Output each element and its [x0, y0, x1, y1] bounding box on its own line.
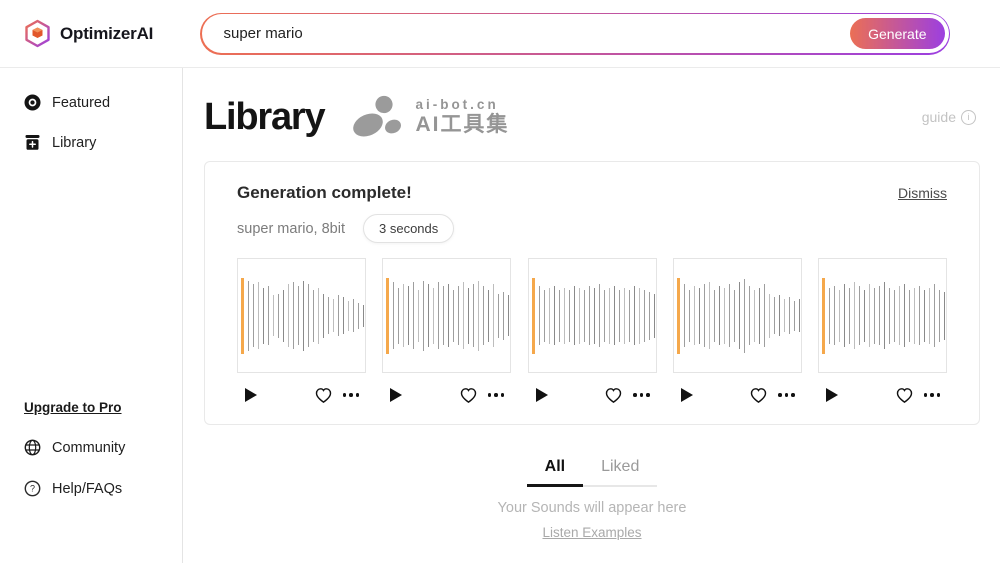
three-dots-icon	[633, 393, 650, 397]
more-options-button[interactable]	[633, 393, 650, 397]
play-button[interactable]	[825, 387, 839, 403]
like-button[interactable]	[604, 386, 623, 404]
tab-liked[interactable]: Liked	[583, 448, 657, 487]
topbar: OptimizerAI Generate	[0, 0, 1000, 68]
disc-icon	[24, 94, 41, 111]
guide-label: guide	[922, 109, 956, 125]
search-input[interactable]	[222, 24, 847, 43]
like-button[interactable]	[895, 386, 914, 404]
heart-icon	[895, 386, 914, 404]
sidebar-bottom: Upgrade to Pro Community ? Help/FAQs	[0, 392, 182, 505]
waveform-bars	[829, 282, 945, 349]
play-icon	[825, 387, 839, 403]
play-button[interactable]	[535, 387, 549, 403]
sound-tile	[382, 258, 511, 404]
more-options-button[interactable]	[343, 393, 360, 397]
heart-icon	[604, 386, 623, 404]
watermark-cjk: AI工具集	[415, 113, 509, 137]
guide-link[interactable]: guide i	[922, 109, 976, 125]
globe-icon	[24, 439, 41, 456]
like-button[interactable]	[459, 386, 478, 404]
playhead-marker	[822, 278, 825, 354]
three-dots-icon	[778, 393, 795, 397]
generate-button[interactable]: Generate	[850, 18, 944, 49]
sidebar-item-label: Library	[52, 135, 96, 151]
waveform-bars	[393, 281, 509, 351]
waveform-preview[interactable]	[528, 258, 657, 373]
ai-bot-blob-logo-icon	[350, 94, 404, 140]
empty-state-hint: Your Sounds will appear here	[204, 500, 980, 516]
archive-box-plus-icon	[24, 134, 41, 151]
dismiss-link[interactable]: Dismiss	[898, 185, 947, 201]
play-icon	[389, 387, 403, 403]
waveform-bars	[248, 281, 364, 351]
sidebar: Featured Library Upgrade to Pro Communit…	[0, 68, 183, 563]
sound-tile	[818, 258, 947, 404]
duration-badge: 3 seconds	[363, 214, 454, 243]
like-button[interactable]	[314, 386, 333, 404]
three-dots-icon	[488, 393, 505, 397]
playhead-marker	[241, 278, 244, 354]
play-button[interactable]	[680, 387, 694, 403]
brand-logo-icon	[24, 19, 51, 48]
like-button[interactable]	[749, 386, 768, 404]
prompt-text: super mario, 8bit	[237, 221, 345, 237]
watermark: ai-bot.cn AI工具集	[350, 94, 509, 140]
playhead-marker	[677, 278, 680, 354]
sound-tile	[237, 258, 366, 404]
prompt-search-bar: Generate	[200, 13, 950, 55]
waveform-preview[interactable]	[818, 258, 947, 373]
sidebar-item-community[interactable]: Community	[0, 431, 182, 464]
sound-tile	[528, 258, 657, 404]
tab-all[interactable]: All	[527, 448, 583, 487]
sound-tiles	[237, 258, 947, 404]
main-content: Library ai-bot.cn AI工具集 guide i Gene	[183, 68, 1000, 563]
three-dots-icon	[924, 393, 941, 397]
sidebar-item-label: Featured	[52, 95, 110, 111]
sidebar-item-library[interactable]: Library	[0, 126, 182, 159]
playhead-marker	[532, 278, 535, 354]
page-title: Library	[204, 96, 324, 139]
more-options-button[interactable]	[488, 393, 505, 397]
play-icon	[535, 387, 549, 403]
sound-tile	[673, 258, 802, 404]
waveform-preview[interactable]	[382, 258, 511, 373]
play-button[interactable]	[244, 387, 258, 403]
watermark-domain: ai-bot.cn	[415, 97, 509, 113]
card-title: Generation complete!	[237, 183, 412, 203]
upgrade-to-pro-link[interactable]: Upgrade to Pro	[0, 392, 182, 423]
waveform-bars	[539, 284, 655, 347]
three-dots-icon	[343, 393, 360, 397]
more-options-button[interactable]	[778, 393, 795, 397]
play-button[interactable]	[389, 387, 403, 403]
info-circle-icon: i	[961, 110, 976, 125]
question-circle-icon: ?	[24, 480, 41, 497]
waveform-preview[interactable]	[237, 258, 366, 373]
waveform-bars	[684, 279, 800, 353]
sidebar-item-featured[interactable]: Featured	[0, 86, 182, 119]
sidebar-item-label: Help/FAQs	[52, 481, 122, 497]
playhead-marker	[386, 278, 389, 354]
waveform-preview[interactable]	[673, 258, 802, 373]
generation-complete-card: Generation complete! Dismiss super mario…	[204, 161, 980, 425]
brand: OptimizerAI	[24, 19, 200, 48]
library-tabs: All Liked	[204, 448, 980, 487]
play-icon	[680, 387, 694, 403]
play-icon	[244, 387, 258, 403]
svg-text:?: ?	[30, 484, 35, 494]
more-options-button[interactable]	[924, 393, 941, 397]
heart-icon	[749, 386, 768, 404]
heart-icon	[459, 386, 478, 404]
sidebar-item-help[interactable]: ? Help/FAQs	[0, 472, 182, 505]
brand-name: OptimizerAI	[60, 24, 153, 44]
sidebar-item-label: Community	[52, 440, 125, 456]
heart-icon	[314, 386, 333, 404]
listen-examples-link[interactable]: Listen Examples	[204, 525, 980, 540]
